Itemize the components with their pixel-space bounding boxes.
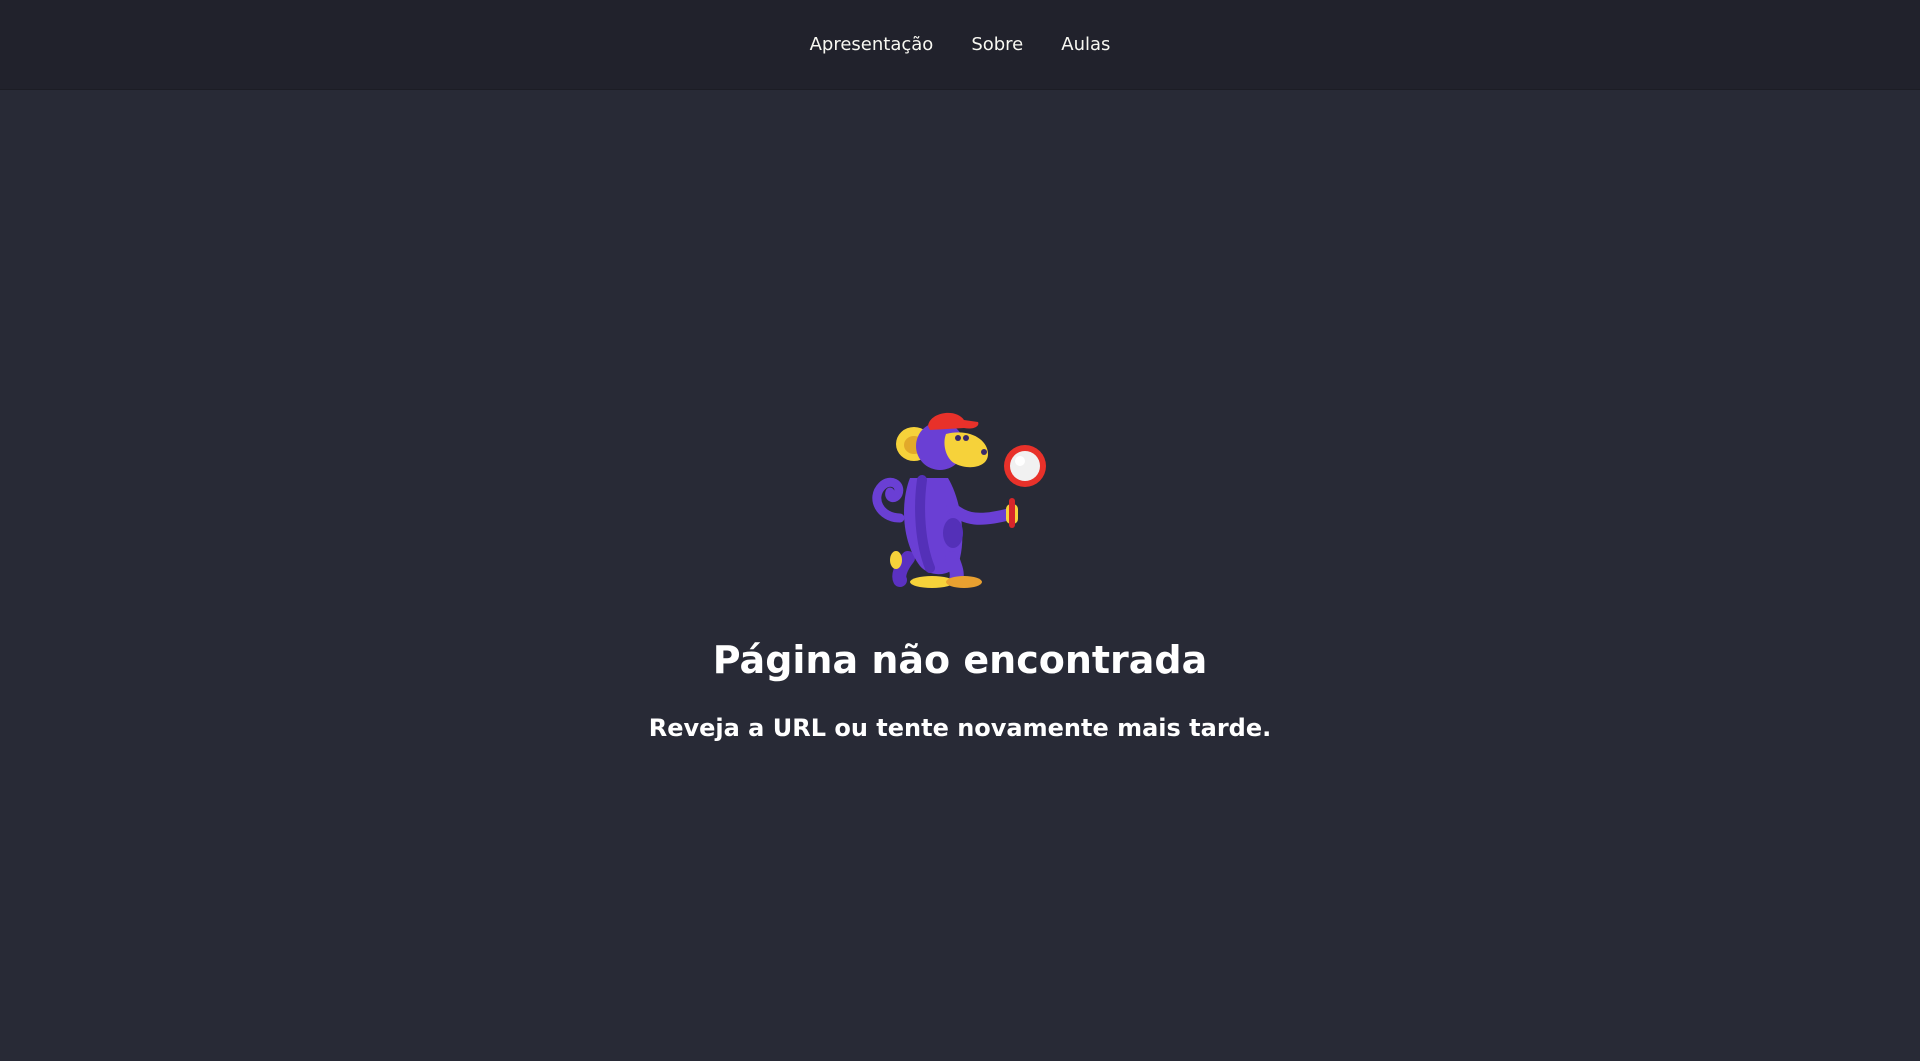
nav-link-sobre[interactable]: Sobre (952, 0, 1042, 90)
monkey-magnifying-glass-icon (872, 412, 1046, 588)
main-nav: Apresentação Sobre Aulas (0, 0, 1920, 90)
nav-link-apresentacao[interactable]: Apresentação (791, 0, 953, 90)
top-navigation-bar: Apresentação Sobre Aulas (0, 0, 1920, 90)
nav-link-aulas[interactable]: Aulas (1042, 0, 1129, 90)
error-message: Reveja a URL ou tente novamente mais tar… (648, 714, 1272, 742)
page-title: Página não encontrada (712, 638, 1208, 682)
